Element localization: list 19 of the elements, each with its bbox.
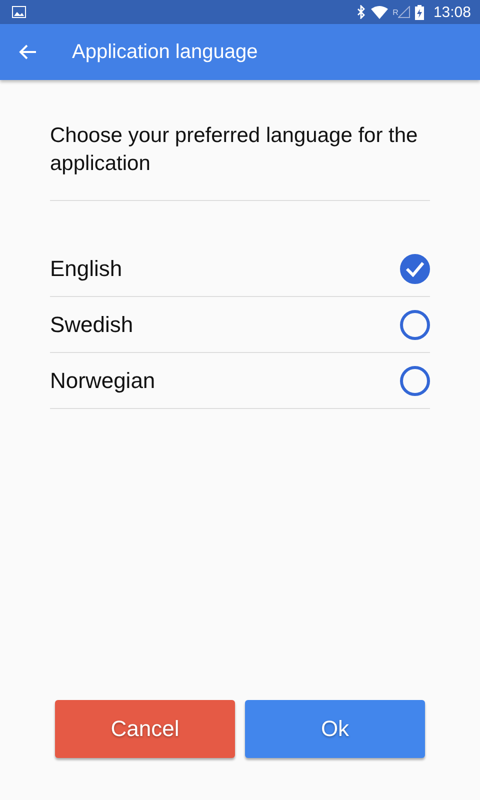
- language-option[interactable]: English: [50, 241, 430, 297]
- checked-radio[interactable]: [400, 254, 430, 284]
- ok-button[interactable]: Ok: [245, 700, 425, 758]
- back-button[interactable]: [19, 44, 37, 60]
- prompt-text: Choose your preferred language for the application: [50, 80, 430, 201]
- checkmark-icon: [405, 260, 425, 276]
- image-icon: [12, 6, 26, 18]
- roaming-indicator: R: [392, 8, 398, 16]
- signal-icon: [398, 6, 410, 18]
- language-option[interactable]: Norwegian: [50, 353, 430, 409]
- bluetooth-icon: [356, 5, 366, 19]
- radio-button[interactable]: [400, 366, 430, 396]
- clock: 13:08: [433, 4, 471, 20]
- wifi-icon: [370, 6, 388, 18]
- battery-icon: [415, 4, 424, 20]
- cancel-button[interactable]: Cancel: [55, 700, 235, 758]
- language-option[interactable]: Swedish: [50, 297, 430, 353]
- screen-title: Application language: [72, 40, 258, 64]
- radio-button[interactable]: [400, 310, 430, 340]
